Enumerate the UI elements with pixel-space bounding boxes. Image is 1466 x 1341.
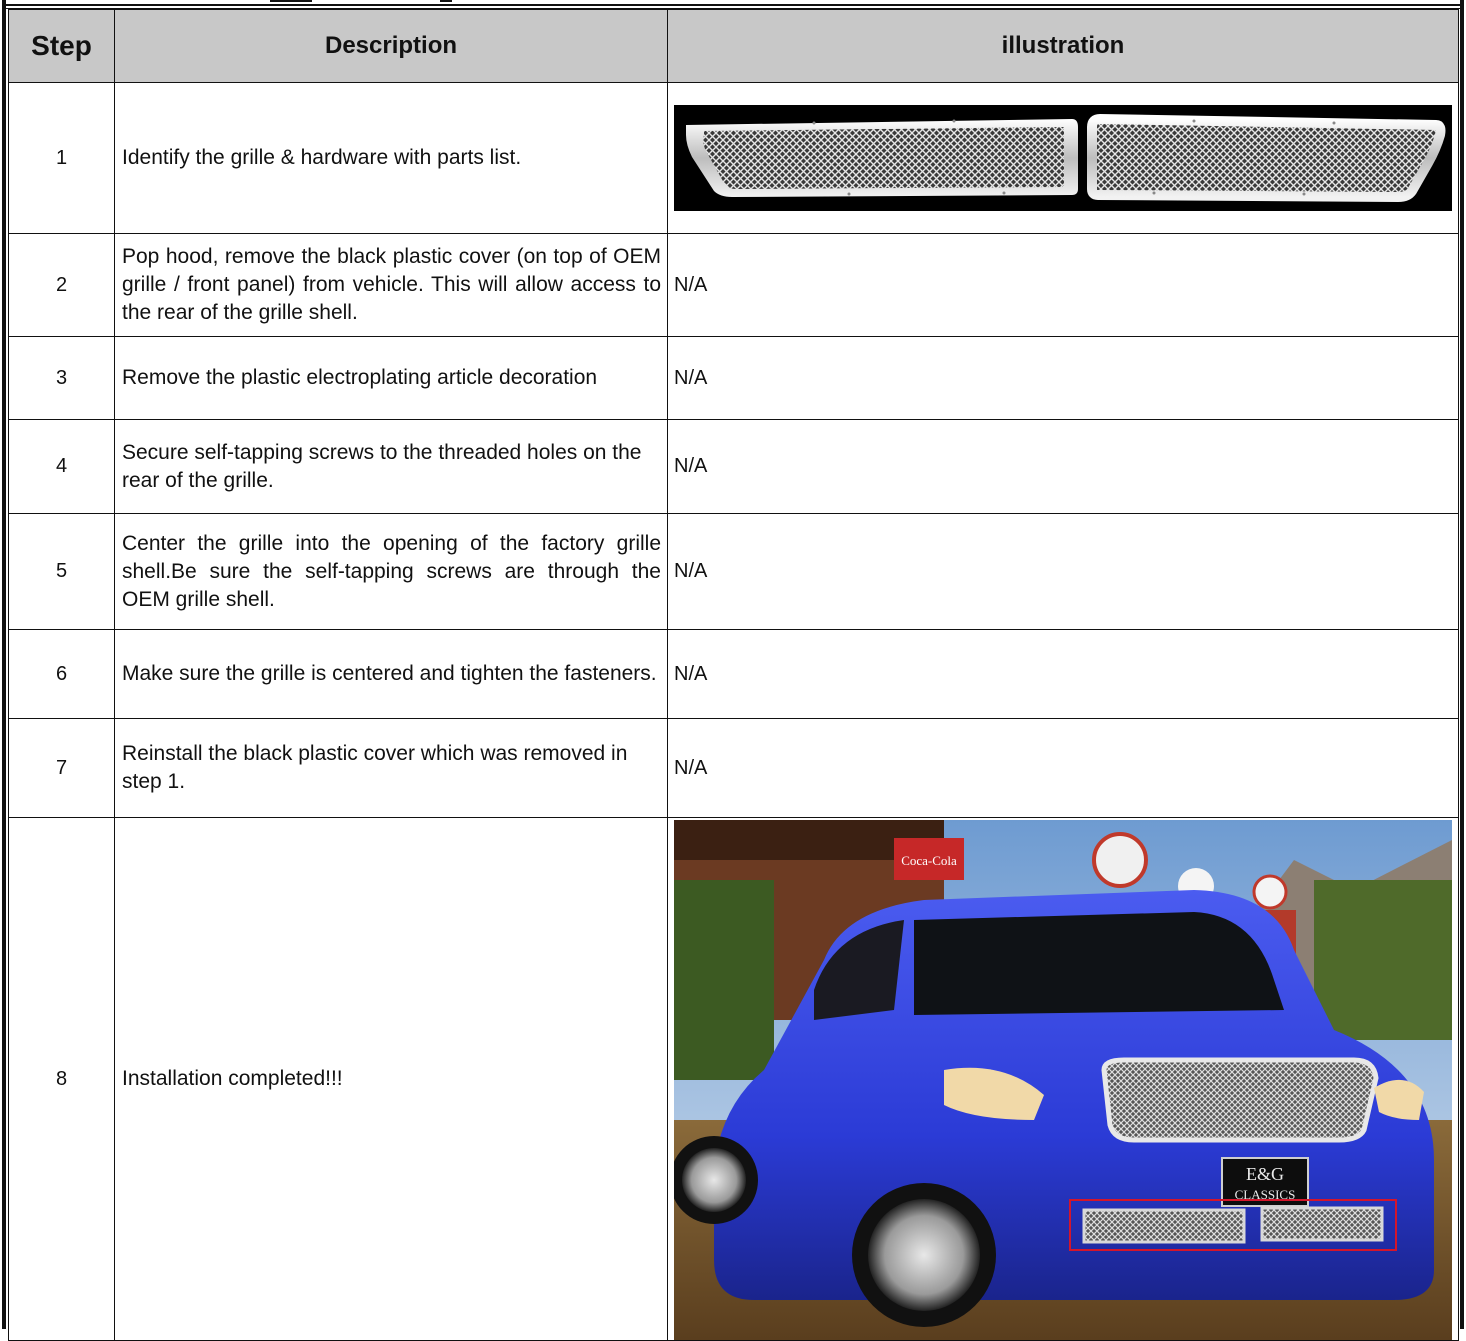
illustration-na: N/A [667, 718, 1459, 818]
table-row: 7 Reinstall the black plastic cover whic… [8, 718, 1459, 818]
step-description: Make sure the grille is centered and tig… [114, 629, 668, 719]
table-row: 4 Secure self-tapping screws to the thre… [8, 419, 1459, 514]
illustration-na: N/A [667, 336, 1459, 420]
step-description: Remove the plastic electroplating articl… [114, 336, 668, 420]
table-row: 5 Center the grille into the opening of … [8, 513, 1459, 630]
step-description: Installation completed!!! [114, 817, 668, 1341]
step-description: Center the grille into the opening of th… [114, 513, 668, 630]
cutoff-mark-2 [440, 0, 452, 2]
grille-parts-image [674, 105, 1452, 211]
table-row: 1 Identify the grille & hardware with pa… [8, 82, 1459, 234]
table-row: 2 Pop hood, remove the black plastic cov… [8, 233, 1459, 337]
table-row: 8 Installation completed!!! Coca-Cola E&… [8, 817, 1459, 1341]
table-row: 6 Make sure the grille is centered and t… [8, 629, 1459, 719]
illustration-na: N/A [667, 629, 1459, 719]
step-number: 2 [8, 233, 115, 337]
header-row: Step Description illustration [8, 9, 1459, 83]
step-number: 7 [8, 718, 115, 818]
step-description: Identify the grille & hardware with part… [114, 82, 668, 234]
illustration-na: N/A [667, 233, 1459, 337]
illustration-na: N/A [667, 513, 1459, 630]
cutoff-mark [270, 0, 312, 2]
step-description: Secure self-tapping screws to the thread… [114, 419, 668, 514]
step-number: 4 [8, 419, 115, 514]
step-description: Reinstall the black plastic cover which … [114, 718, 668, 818]
step-number: 3 [8, 336, 115, 420]
table-row: 3 Remove the plastic electroplating arti… [8, 336, 1459, 420]
header-illustration: illustration [667, 9, 1459, 83]
illustration-na: N/A [667, 419, 1459, 514]
step-number: 5 [8, 513, 115, 630]
brand-badge-line1: E&G [1246, 1164, 1284, 1184]
sign-text: Coca-Cola [901, 853, 957, 868]
illustration-cell [667, 82, 1459, 234]
step-number: 8 [8, 817, 115, 1341]
step-number: 1 [8, 82, 115, 234]
step-number: 6 [8, 629, 115, 719]
step-description: Pop hood, remove the black plastic cover… [114, 233, 668, 337]
header-step: Step [8, 9, 115, 83]
top-rule [2, 4, 1464, 6]
installed-grille-car-photo: Coca-Cola E&G CLASSICS [674, 820, 1452, 1340]
header-description: Description [114, 9, 668, 83]
illustration-cell: Coca-Cola E&G CLASSICS [667, 817, 1459, 1341]
instruction-table: Step Description illustration 1 Identify… [8, 9, 1459, 1341]
